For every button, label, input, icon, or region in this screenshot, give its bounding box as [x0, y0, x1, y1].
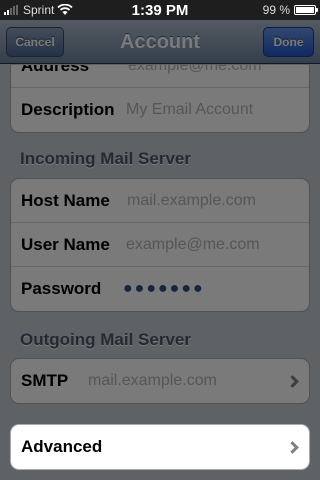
smtp-row[interactable]: SMTP mail.example.com: [11, 359, 309, 403]
settings-content[interactable]: Address example@me.com Description My Em…: [0, 65, 320, 480]
outgoing-group: SMTP mail.example.com: [10, 358, 310, 404]
incoming-section-header: Incoming Mail Server: [20, 149, 191, 168]
navigation-bar: Account Cancel Done: [0, 20, 320, 64]
status-bar-right: 99 %: [262, 0, 318, 20]
address-field[interactable]: example@me.com: [128, 65, 262, 75]
host-name-label: Host Name: [21, 190, 110, 210]
address-row[interactable]: Address example@me.com: [11, 65, 309, 88]
user-name-field[interactable]: example@me.com: [126, 236, 260, 254]
user-name-label: User Name: [21, 234, 110, 254]
description-label: Description: [21, 100, 115, 119]
advanced-row[interactable]: Advanced: [11, 425, 309, 469]
incoming-group: Host Name mail.example.com User Name exa…: [10, 178, 310, 312]
advanced-group: Advanced: [10, 424, 310, 470]
address-label: Address: [21, 65, 90, 75]
password-row[interactable]: Password ●●●●●●●: [11, 267, 309, 311]
battery-percent: 99 %: [262, 3, 290, 17]
outgoing-section-header: Outgoing Mail Server: [20, 330, 191, 349]
smtp-label: SMTP: [21, 371, 69, 390]
chevron-right-icon: [286, 374, 299, 388]
description-field[interactable]: My Email Account: [126, 101, 253, 119]
done-button[interactable]: Done: [263, 27, 314, 57]
host-name-row[interactable]: Host Name mail.example.com: [11, 179, 309, 223]
user-name-row[interactable]: User Name example@me.com: [11, 223, 309, 267]
account-group: Address example@me.com Description My Em…: [10, 65, 310, 133]
advanced-label: Advanced: [21, 437, 103, 456]
password-field[interactable]: ●●●●●●●: [123, 280, 205, 298]
smtp-value: mail.example.com: [88, 372, 217, 389]
description-row[interactable]: Description My Email Account: [11, 88, 309, 132]
battery-icon: [294, 5, 318, 15]
chevron-right-icon: [286, 440, 299, 454]
cancel-button[interactable]: Cancel: [6, 27, 64, 57]
status-bar: Sprint 1:39 PM 99 %: [0, 0, 320, 20]
password-label: Password: [21, 279, 102, 298]
host-name-field[interactable]: mail.example.com: [127, 192, 256, 210]
